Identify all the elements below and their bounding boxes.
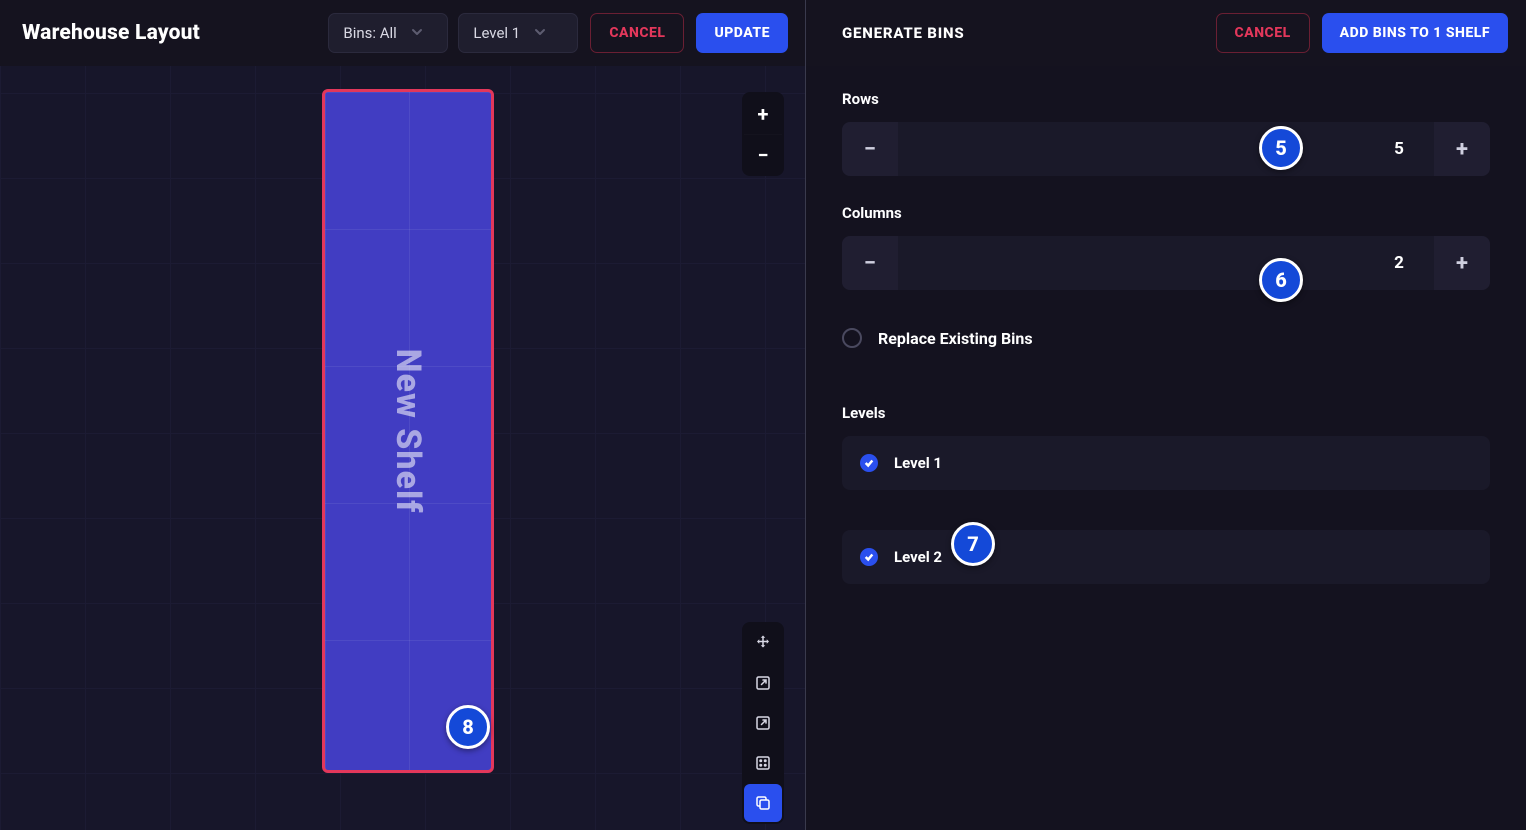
- open-tool-button[interactable]: [744, 704, 782, 742]
- chevron-down-icon: [411, 24, 423, 42]
- level-select[interactable]: Level 1: [458, 13, 578, 53]
- level-2-row[interactable]: Level 2: [842, 530, 1490, 584]
- columns-increment-button[interactable]: +: [1434, 236, 1490, 290]
- page-title: Warehouse Layout: [22, 21, 200, 45]
- panel-title: GENERATE BINS: [842, 24, 964, 42]
- rows-increment-button[interactable]: +: [1434, 122, 1490, 176]
- layout-canvas[interactable]: New Shelf + − 8: [0, 66, 806, 830]
- rows-stepper: − 5 +: [842, 122, 1490, 176]
- columns-label: Columns: [842, 204, 1490, 222]
- canvas-toolbar: [742, 622, 784, 824]
- rows-value: 5: [1364, 122, 1434, 176]
- level-1-label: Level 1: [894, 454, 942, 472]
- update-button[interactable]: UPDATE: [696, 13, 788, 53]
- zoom-in-button[interactable]: +: [744, 94, 782, 134]
- add-bins-button[interactable]: ADD BINS TO 1 SHELF: [1322, 13, 1508, 53]
- level-select-label: Level 1: [473, 24, 520, 42]
- duplicate-tool-button[interactable]: [744, 784, 782, 822]
- columns-value: 2: [1364, 236, 1434, 290]
- columns-stepper: − 2 +: [842, 236, 1490, 290]
- rows-decrement-button[interactable]: −: [842, 122, 898, 176]
- columns-decrement-button[interactable]: −: [842, 236, 898, 290]
- check-icon: [860, 548, 878, 566]
- panel-cancel-button[interactable]: CANCEL: [1216, 13, 1310, 53]
- bins-filter-select[interactable]: Bins: All: [328, 13, 448, 53]
- radio-icon: [842, 328, 862, 348]
- check-icon: [860, 454, 878, 472]
- level-2-label: Level 2: [894, 548, 942, 566]
- rows-track[interactable]: [898, 122, 1364, 176]
- shelf-label: New Shelf: [388, 349, 428, 514]
- columns-track[interactable]: [898, 236, 1364, 290]
- bins-filter-label: Bins: All: [343, 24, 396, 42]
- levels-label: Levels: [842, 404, 1490, 422]
- expand-tool-button[interactable]: [744, 664, 782, 702]
- grid-tool-button[interactable]: [744, 744, 782, 782]
- chevron-down-icon: [534, 24, 546, 42]
- level-1-row[interactable]: Level 1: [842, 436, 1490, 490]
- replace-existing-bins-toggle[interactable]: Replace Existing Bins: [842, 328, 1490, 348]
- zoom-out-button[interactable]: −: [744, 134, 782, 174]
- replace-label: Replace Existing Bins: [878, 329, 1033, 348]
- move-tool-button[interactable]: [744, 624, 782, 662]
- zoom-controls: + −: [742, 92, 784, 176]
- shelf[interactable]: New Shelf: [322, 89, 494, 773]
- cancel-button[interactable]: CANCEL: [590, 13, 684, 53]
- rows-label: Rows: [842, 90, 1490, 108]
